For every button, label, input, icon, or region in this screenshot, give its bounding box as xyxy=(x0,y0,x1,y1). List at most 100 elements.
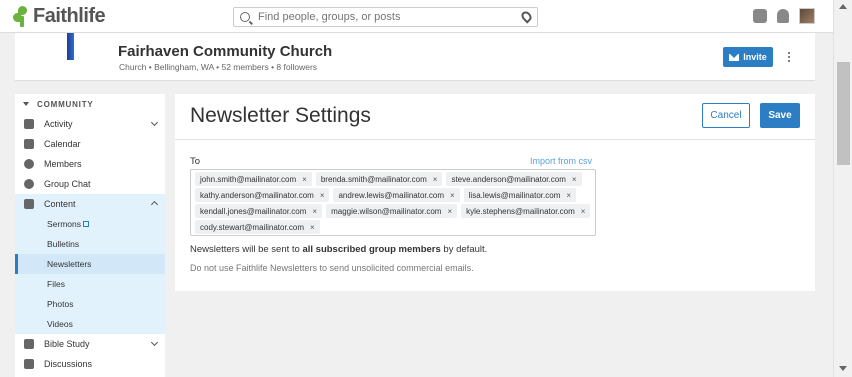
remove-recipient-icon[interactable]: × xyxy=(450,191,455,200)
community-section-header[interactable]: COMMUNITY xyxy=(15,94,165,114)
chevron-up-icon[interactable] xyxy=(150,200,159,209)
scroll-thumb[interactable] xyxy=(837,62,850,165)
brand-name: Faithlife xyxy=(33,4,106,27)
book-icon xyxy=(24,339,34,349)
sidebar-item-label: Videos xyxy=(47,319,73,329)
scroll-up-arrow-icon[interactable] xyxy=(839,4,847,9)
remove-recipient-icon[interactable]: × xyxy=(566,191,571,200)
sidebar-item-label: Discussions xyxy=(44,359,93,369)
recipient-email: steve.anderson@mailinator.com xyxy=(451,174,566,184)
recipient-email: lisa.lewis@mailinator.com xyxy=(468,190,561,200)
sidebar-item-sermons[interactable]: Sermons xyxy=(15,214,165,234)
search-bar[interactable] xyxy=(233,7,538,27)
sidebar-item-label: Bulletins xyxy=(47,239,80,249)
section-label: COMMUNITY xyxy=(37,99,94,109)
recipient-chip: lisa.lewis@mailinator.com × xyxy=(463,188,577,202)
recipient-chip: kyle.stephens@mailinator.com × xyxy=(461,204,591,218)
sidebar-item-videos[interactable]: Videos xyxy=(15,314,165,334)
note-prefix: Newsletters will be sent to xyxy=(190,244,303,255)
remove-recipient-icon[interactable]: × xyxy=(433,175,438,184)
sidebar-item-label: Newsletters xyxy=(47,259,92,269)
sidebar-item-members[interactable]: Members xyxy=(15,154,165,174)
remove-recipient-icon[interactable]: × xyxy=(581,207,586,216)
remove-recipient-icon[interactable]: × xyxy=(310,223,315,232)
remove-recipient-icon[interactable]: × xyxy=(447,207,452,216)
recipient-chip: andrew.lewis@mailinator.com × xyxy=(333,188,460,202)
unsolicited-warning-note: Do not use Faithlife Newsletters to send… xyxy=(190,263,474,273)
sidebar-item-photos[interactable]: Photos xyxy=(15,294,165,314)
recipients-field[interactable]: john.smith@mailinator.com × brenda.smith@m… xyxy=(190,169,596,236)
save-button[interactable]: Save xyxy=(760,103,800,128)
sidebar-item-label: Sermons xyxy=(47,219,82,229)
remove-recipient-icon[interactable]: × xyxy=(572,175,577,184)
sidebar-item-label: Files xyxy=(47,279,65,289)
sidebar: COMMUNITY Activity Calendar Members Grou… xyxy=(15,94,165,377)
sidebar-item-bible-study[interactable]: Bible Study xyxy=(15,334,165,354)
sidebar-item-label: Group Chat xyxy=(44,179,91,189)
note-bold: all subscribed group members xyxy=(302,244,441,255)
chevron-down-icon[interactable] xyxy=(150,118,159,127)
notification-bell-icon[interactable] xyxy=(777,9,789,23)
faithlife-logo[interactable]: Faithlife xyxy=(13,4,106,27)
top-icons xyxy=(753,8,815,24)
newsletter-settings-card: Newsletter Settings Cancel Save To Impor… xyxy=(175,94,815,291)
search-icon xyxy=(240,12,250,22)
recipient-email: kendall.jones@mailinator.com xyxy=(200,206,307,216)
search-input[interactable] xyxy=(258,11,508,23)
top-bar: Faithlife xyxy=(0,0,833,33)
sidebar-item-label: Calendar xyxy=(44,139,81,149)
calendar-icon xyxy=(24,139,34,149)
group-header: Fairhaven Community Church Church • Bell… xyxy=(15,33,815,81)
recipient-chip: kendall.jones@mailinator.com × xyxy=(195,204,323,218)
location-pin-icon[interactable] xyxy=(519,9,534,24)
note-suffix: by default. xyxy=(440,244,488,255)
members-icon xyxy=(24,159,34,169)
user-avatar[interactable] xyxy=(799,8,815,24)
recipient-chip: john.smith@mailinator.com × xyxy=(195,172,312,186)
group-logo xyxy=(67,33,74,60)
chevron-down-icon[interactable] xyxy=(150,338,159,347)
remove-recipient-icon[interactable]: × xyxy=(320,191,325,200)
sidebar-item-content[interactable]: Content xyxy=(15,194,165,214)
sidebar-item-group-chat[interactable]: Group Chat xyxy=(15,174,165,194)
scrollbar[interactable] xyxy=(833,0,852,377)
activity-icon xyxy=(24,119,34,129)
sidebar-item-label: Members xyxy=(44,159,82,169)
sidebar-item-bulletins[interactable]: Bulletins xyxy=(15,234,165,254)
recipient-chip: cody.stewart@mailinator.com × xyxy=(195,220,320,234)
scroll-down-arrow-icon[interactable] xyxy=(839,366,847,371)
sidebar-item-label: Bible Study xyxy=(44,339,90,349)
recipient-chip: kathy.anderson@mailinator.com × xyxy=(195,188,330,202)
group-name[interactable]: Fairhaven Community Church xyxy=(118,43,332,60)
recipient-email: kathy.anderson@mailinator.com xyxy=(200,190,314,200)
collapse-triangle-icon xyxy=(23,102,29,106)
remove-recipient-icon[interactable]: × xyxy=(302,175,307,184)
chat-bubble-icon xyxy=(24,179,34,189)
to-label: To xyxy=(190,156,201,167)
import-from-csv-link[interactable]: Import from csv xyxy=(530,156,592,166)
envelope-icon xyxy=(729,53,740,61)
recipient-chip: maggie.wilson@mailinator.com × xyxy=(326,204,458,218)
discussions-icon xyxy=(24,359,34,369)
chat-icon[interactable] xyxy=(753,9,767,23)
sidebar-item-discussions[interactable]: Discussions xyxy=(15,354,165,374)
group-meta: Church • Bellingham, WA • 52 members • 8… xyxy=(119,62,318,72)
remove-recipient-icon[interactable]: × xyxy=(312,207,317,216)
sidebar-item-label: Activity xyxy=(44,119,73,129)
recipient-email: brenda.smith@mailinator.com xyxy=(320,174,427,184)
recipient-email: andrew.lewis@mailinator.com xyxy=(338,190,444,200)
sidebar-item-label: Content xyxy=(44,199,76,209)
sidebar-item-newsletters[interactable]: Newsletters xyxy=(15,254,165,274)
sidebar-item-calendar[interactable]: Calendar xyxy=(15,134,165,154)
more-options-icon[interactable] xyxy=(787,50,791,64)
cancel-button[interactable]: Cancel xyxy=(702,103,750,128)
invite-button[interactable]: Invite xyxy=(723,47,773,67)
folder-icon xyxy=(24,199,34,209)
sidebar-item-files[interactable]: Files xyxy=(15,274,165,294)
recipient-chip: brenda.smith@mailinator.com × xyxy=(315,172,443,186)
sidebar-item-activity[interactable]: Activity xyxy=(15,114,165,134)
default-recipients-note: Newsletters will be sent to all subscrib… xyxy=(190,244,487,255)
invite-label: Invite xyxy=(743,52,767,62)
recipient-email: kyle.stephens@mailinator.com xyxy=(466,206,575,216)
external-link-icon xyxy=(83,221,90,227)
